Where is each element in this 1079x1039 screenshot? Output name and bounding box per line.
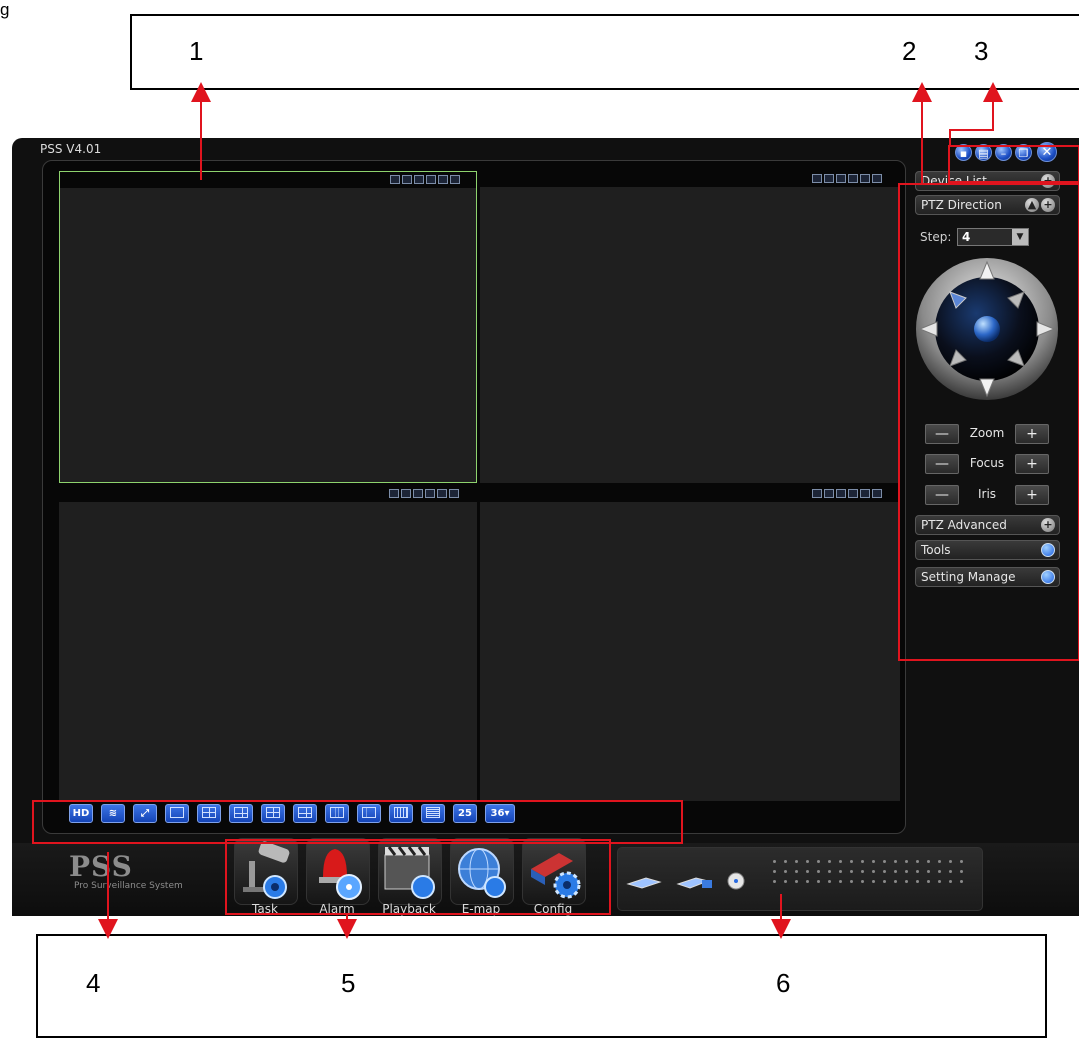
toolbar-highlight	[32, 800, 683, 844]
right-panel-highlight	[898, 183, 1079, 661]
callout-arrow-2	[902, 82, 932, 185]
window-controls-highlight	[948, 145, 1079, 183]
callout-overlay	[32, 82, 1079, 939]
modules-highlight	[225, 839, 611, 915]
callout-arrow-3	[949, 82, 1003, 147]
